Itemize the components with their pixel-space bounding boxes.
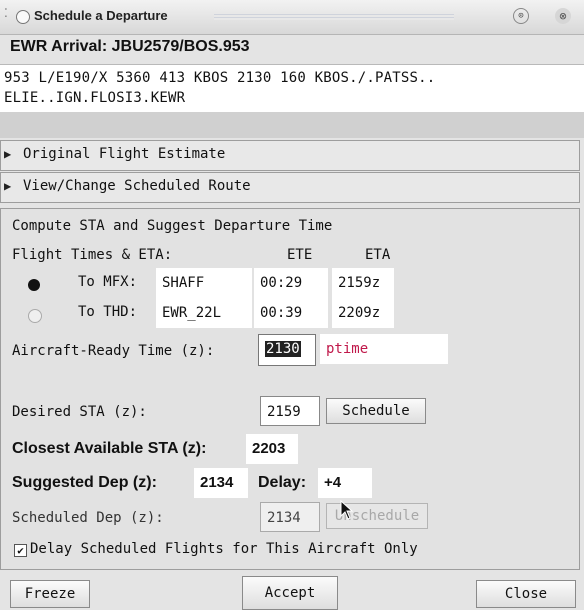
section-label: View/Change Scheduled Route bbox=[23, 178, 251, 194]
section-view-change-route[interactable]: ▶ View/Change Scheduled Route bbox=[0, 172, 580, 203]
suggested-dep-value: 2134 bbox=[194, 468, 248, 498]
scheduled-dep-input[interactable]: 2134 bbox=[260, 502, 320, 532]
route-line-1: 953 L/E190/X 5360 413 KBOS 2130 160 KBOS… bbox=[4, 70, 436, 86]
section-label: Original Flight Estimate bbox=[23, 146, 226, 162]
expand-arrow-icon: ▶ bbox=[4, 147, 12, 161]
route-area-footer bbox=[0, 112, 584, 138]
aircraft-ready-input[interactable]: 2130 bbox=[258, 334, 316, 366]
ete-field-mfx: 00:29 bbox=[254, 268, 328, 298]
delay-only-label: Delay Scheduled Flights for This Aircraf… bbox=[30, 541, 418, 557]
delay-value: +4 bbox=[318, 468, 372, 498]
flight-times-label: Flight Times & ETA: bbox=[12, 247, 173, 263]
close-window-icon[interactable]: ⊗ bbox=[555, 8, 571, 24]
eta-header: ETA bbox=[365, 247, 391, 263]
fix-field-thd: EWR_22L bbox=[156, 298, 252, 328]
window-title: Schedule a Departure bbox=[34, 8, 168, 23]
radio-thd[interactable] bbox=[28, 309, 42, 323]
aircraft-ready-value: 2130 bbox=[265, 341, 301, 357]
aircraft-ready-label: Aircraft-Ready Time (z): bbox=[12, 343, 215, 359]
delay-only-checkbox[interactable]: ✔ bbox=[14, 544, 27, 557]
ete-header: ETE bbox=[287, 247, 313, 263]
eta-field-thd: 2209z bbox=[332, 298, 394, 328]
drag-grip-icon[interactable]: ⁚ bbox=[4, 7, 12, 24]
fix-field-mfx: SHAFF bbox=[156, 268, 252, 298]
compute-title: Compute STA and Suggest Departure Time bbox=[12, 218, 333, 234]
ete-field-thd: 00:39 bbox=[254, 298, 328, 328]
ptime-hint: ptime bbox=[320, 334, 448, 364]
section-original-flight-estimate[interactable]: ▶ Original Flight Estimate bbox=[0, 140, 580, 171]
expand-arrow-icon: ▶ bbox=[4, 179, 12, 193]
suggested-dep-label: Suggested Dep (z): bbox=[12, 474, 157, 491]
delay-label: Delay: bbox=[258, 474, 307, 491]
eta-field-mfx: 2159z bbox=[332, 268, 394, 298]
scheduled-dep-label: Scheduled Dep (z): bbox=[12, 510, 164, 526]
schedule-button[interactable]: Schedule bbox=[326, 398, 426, 424]
title-bar-stripe bbox=[214, 14, 454, 20]
freeze-button[interactable]: Freeze bbox=[10, 580, 90, 608]
desired-sta-label: Desired STA (z): bbox=[12, 404, 147, 420]
route-line-2: ELIE..IGN.FLOSI3.KEWR bbox=[4, 90, 186, 106]
desired-sta-input[interactable]: 2159 bbox=[260, 396, 320, 426]
flight-header-title: EWR Arrival: JBU2579/BOS.953 bbox=[10, 38, 250, 55]
minimize-icon[interactable]: ⊙ bbox=[513, 8, 529, 24]
window-menu-icon[interactable] bbox=[16, 10, 30, 24]
accept-button[interactable]: Accept bbox=[242, 576, 338, 610]
mouse-pointer-icon bbox=[340, 500, 354, 520]
row-label-thd: To THD: bbox=[78, 304, 138, 320]
closest-sta-label: Closest Available STA (z): bbox=[12, 440, 207, 457]
route-text-area[interactable]: 953 L/E190/X 5360 413 KBOS 2130 160 KBOS… bbox=[0, 64, 584, 114]
row-label-mfx: To MFX: bbox=[78, 274, 138, 290]
radio-mfx[interactable] bbox=[28, 279, 40, 291]
close-button[interactable]: Close bbox=[476, 580, 576, 608]
closest-sta-value: 2203 bbox=[246, 434, 298, 464]
window-title-bar[interactable]: ⁚ Schedule a Departure ⊙ ⊗ bbox=[0, 0, 584, 35]
